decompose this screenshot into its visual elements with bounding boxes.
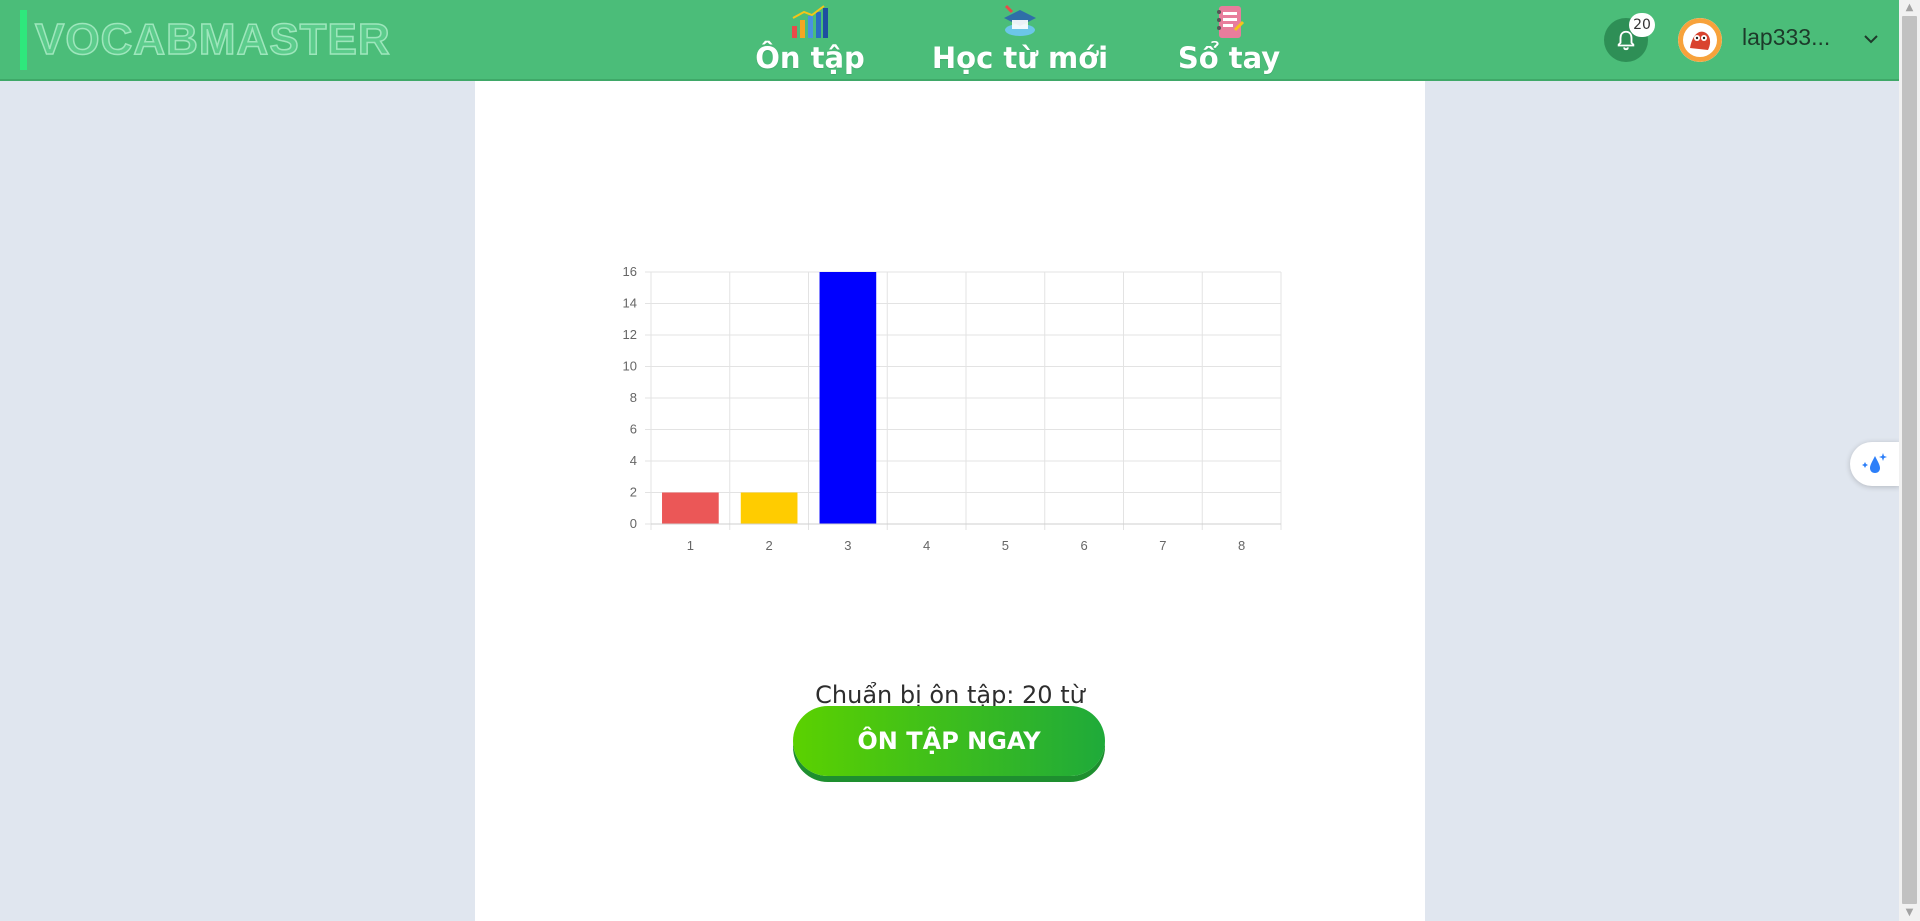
graduation-cap-icon xyxy=(1004,4,1036,36)
logo-text: VOCABMASTER xyxy=(34,14,391,65)
x-tick-label: 3 xyxy=(844,538,851,553)
username-label[interactable]: lap333... xyxy=(1742,24,1830,51)
y-tick-label: 0 xyxy=(630,516,637,531)
user-avatar-icon xyxy=(1678,18,1722,62)
avatar[interactable] xyxy=(1678,18,1722,62)
y-tick-label: 2 xyxy=(630,485,637,500)
nav-label-learn-new: Học từ mới xyxy=(931,41,1109,75)
nav-item-notebook[interactable]: Sổ tay xyxy=(1174,0,1284,81)
x-tick-label: 6 xyxy=(1081,538,1088,553)
bar-chart-icon xyxy=(792,5,828,38)
ready-to-review-text: Chuẩn bị ôn tập: 20 từ xyxy=(815,681,1085,709)
review-level-chart: 02468101214161 2 3 4 5 6 7 8 xyxy=(623,264,1282,553)
x-tick-label: 7 xyxy=(1159,538,1166,553)
review-panel: 0 2 4 6 8 10 12 14 16 1 2 3 4 5 6 7 8 Chuẩn bị ôn tập: 2… xyxy=(475,81,1425,921)
scroll-down-arrow-icon[interactable]: ▼ xyxy=(1899,905,1920,921)
scrollbar-thumb[interactable] xyxy=(1902,16,1917,904)
y-tick-label: 14 xyxy=(623,296,637,311)
bar-3 xyxy=(819,272,877,524)
top-navigation-bar: VOCABMASTER Ôn tập Học từ mới Sổ tay 20 … xyxy=(0,0,1899,81)
nav-label-notebook: Sổ tay xyxy=(1177,41,1281,75)
y-tick-label: 10 xyxy=(623,359,637,374)
app-logo[interactable]: VOCABMASTER xyxy=(20,10,391,70)
y-tick-label: 6 xyxy=(630,422,637,437)
logo-accent-bar xyxy=(20,10,27,70)
x-tick-label: 4 xyxy=(923,538,930,553)
bar-2 xyxy=(740,492,798,524)
y-tick-label: 4 xyxy=(630,453,637,468)
x-tick-label: 1 xyxy=(687,538,694,553)
floating-assistant-button[interactable] xyxy=(1850,442,1900,486)
nav-item-review[interactable]: Ôn tập xyxy=(742,0,878,81)
notification-count-badge: 20 xyxy=(1629,13,1655,37)
vertical-scrollbar[interactable]: ▲ ▼ xyxy=(1899,0,1920,921)
x-tick-label: 5 xyxy=(1002,538,1009,553)
nav-label-review: Ôn tập xyxy=(755,41,865,75)
x-tick-label: 8 xyxy=(1238,538,1245,553)
y-tick-label: 12 xyxy=(623,327,637,342)
x-tick-label: 2 xyxy=(766,538,773,553)
chevron-down-icon[interactable] xyxy=(1862,30,1880,48)
scroll-up-arrow-icon[interactable]: ▲ xyxy=(1899,0,1920,16)
notebook-icon xyxy=(1217,6,1245,38)
nav-item-learn-new[interactable]: Học từ mới xyxy=(930,0,1110,81)
bar-1 xyxy=(662,492,719,524)
y-tick-label: 16 xyxy=(623,264,637,279)
start-review-button[interactable]: ÔN TẬP NGAY xyxy=(793,706,1105,776)
y-tick-label: 8 xyxy=(630,390,637,405)
sparkle-drop-icon xyxy=(1862,453,1887,473)
